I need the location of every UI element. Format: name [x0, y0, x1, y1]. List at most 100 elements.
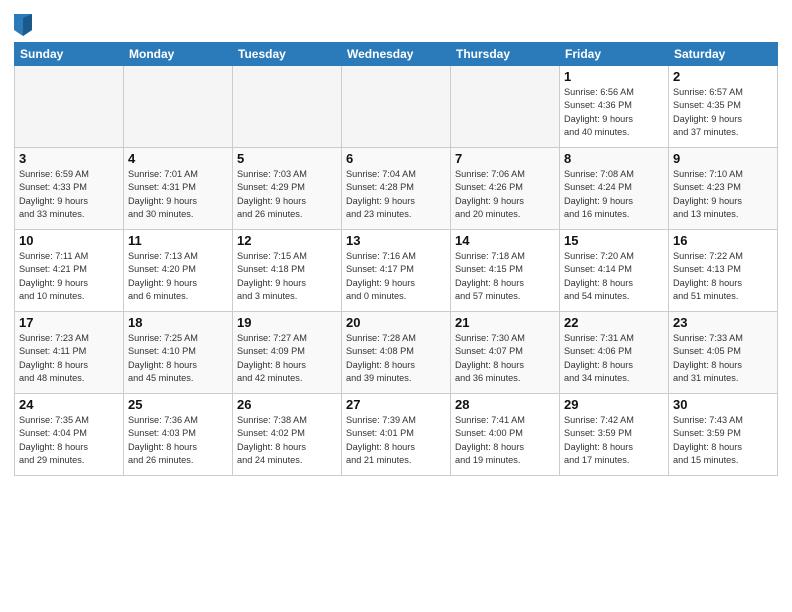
- day-number: 25: [128, 397, 228, 412]
- calendar-cell: 22 Sunrise: 7:31 AM Sunset: 4:06 PM Dayli…: [560, 312, 669, 394]
- day-info: Sunrise: 7:33 AM Sunset: 4:05 PM Dayligh…: [673, 332, 773, 385]
- day-number: 20: [346, 315, 446, 330]
- calendar-cell: [233, 66, 342, 148]
- day-number: 26: [237, 397, 337, 412]
- calendar-cell: 14Sunrise: 7:18 AM Sunset: 4:15 PM Dayli…: [451, 230, 560, 312]
- day-info: Sunrise: 7:06 AM Sunset: 4:26 PM Dayligh…: [455, 168, 555, 221]
- day-number: 13: [346, 233, 446, 248]
- day-number: 17: [19, 315, 119, 330]
- day-header-tuesday: Tuesday: [233, 43, 342, 66]
- calendar-cell: 6 Sunrise: 7:04 AM Sunset: 4:28 PM Daylig…: [342, 148, 451, 230]
- day-number: 3: [19, 151, 119, 166]
- calendar-cell: 9 Sunrise: 7:10 AM Sunset: 4:23 PM Daylig…: [669, 148, 778, 230]
- day-info: Sunrise: 7:13 AM Sunset: 4:20 PM Dayligh…: [128, 250, 228, 303]
- calendar-header-row: SundayMondayTuesdayWednesdayThursdayFrid…: [15, 43, 778, 66]
- day-number: 4: [128, 151, 228, 166]
- day-info: Sunrise: 6:57 AM Sunset: 4:35 PM Dayligh…: [673, 86, 773, 139]
- day-number: 21: [455, 315, 555, 330]
- day-number: 28: [455, 397, 555, 412]
- calendar-cell: 23 Sunrise: 7:33 AM Sunset: 4:05 PM Dayli…: [669, 312, 778, 394]
- day-info: Sunrise: 7:38 AM Sunset: 4:02 PM Dayligh…: [237, 414, 337, 467]
- week-row-4: 24 Sunrise: 7:35 AM Sunset: 4:04 PM Dayli…: [15, 394, 778, 476]
- day-info: Sunrise: 7:16 AM Sunset: 4:17 PM Dayligh…: [346, 250, 446, 303]
- day-info: Sunrise: 6:59 AM Sunset: 4:33 PM Dayligh…: [19, 168, 119, 221]
- day-info: Sunrise: 7:01 AM Sunset: 4:31 PM Dayligh…: [128, 168, 228, 221]
- day-info: Sunrise: 7:20 AM Sunset: 4:14 PM Dayligh…: [564, 250, 664, 303]
- day-header-wednesday: Wednesday: [342, 43, 451, 66]
- calendar-cell: 30 Sunrise: 7:43 AM Sunset: 3:59 PM Dayli…: [669, 394, 778, 476]
- day-number: 11: [128, 233, 228, 248]
- day-info: Sunrise: 7:10 AM Sunset: 4:23 PM Dayligh…: [673, 168, 773, 221]
- day-info: Sunrise: 7:28 AM Sunset: 4:08 PM Dayligh…: [346, 332, 446, 385]
- calendar-cell: 4 Sunrise: 7:01 AM Sunset: 4:31 PM Daylig…: [124, 148, 233, 230]
- calendar-cell: 21Sunrise: 7:30 AM Sunset: 4:07 PM Dayli…: [451, 312, 560, 394]
- day-number: 1: [564, 69, 664, 84]
- day-info: Sunrise: 7:31 AM Sunset: 4:06 PM Dayligh…: [564, 332, 664, 385]
- calendar-cell: [451, 66, 560, 148]
- day-number: 24: [19, 397, 119, 412]
- day-number: 22: [564, 315, 664, 330]
- day-header-friday: Friday: [560, 43, 669, 66]
- day-number: 30: [673, 397, 773, 412]
- calendar-cell: 28 Sunrise: 7:41 AM Sunset: 4:00 PM Dayli…: [451, 394, 560, 476]
- day-number: 12: [237, 233, 337, 248]
- day-header-monday: Monday: [124, 43, 233, 66]
- day-info: Sunrise: 7:03 AM Sunset: 4:29 PM Dayligh…: [237, 168, 337, 221]
- calendar-cell: [342, 66, 451, 148]
- day-number: 19: [237, 315, 337, 330]
- logo-icon: [14, 14, 32, 36]
- day-info: Sunrise: 7:04 AM Sunset: 4:28 PM Dayligh…: [346, 168, 446, 221]
- calendar-cell: 27Sunrise: 7:39 AM Sunset: 4:01 PM Dayli…: [342, 394, 451, 476]
- calendar-cell: 20 Sunrise: 7:28 AM Sunset: 4:08 PM Dayli…: [342, 312, 451, 394]
- day-number: 2: [673, 69, 773, 84]
- calendar-cell: 24 Sunrise: 7:35 AM Sunset: 4:04 PM Dayli…: [15, 394, 124, 476]
- week-row-1: 3 Sunrise: 6:59 AM Sunset: 4:33 PM Daylig…: [15, 148, 778, 230]
- day-info: Sunrise: 7:25 AM Sunset: 4:10 PM Dayligh…: [128, 332, 228, 385]
- day-info: Sunrise: 7:42 AM Sunset: 3:59 PM Dayligh…: [564, 414, 664, 467]
- day-info: Sunrise: 7:35 AM Sunset: 4:04 PM Dayligh…: [19, 414, 119, 467]
- day-number: 16: [673, 233, 773, 248]
- day-info: Sunrise: 7:27 AM Sunset: 4:09 PM Dayligh…: [237, 332, 337, 385]
- day-info: Sunrise: 7:15 AM Sunset: 4:18 PM Dayligh…: [237, 250, 337, 303]
- day-number: 5: [237, 151, 337, 166]
- calendar-cell: 19 Sunrise: 7:27 AM Sunset: 4:09 PM Dayli…: [233, 312, 342, 394]
- day-number: 10: [19, 233, 119, 248]
- calendar-cell: 1 Sunrise: 6:56 AM Sunset: 4:36 PM Daylig…: [560, 66, 669, 148]
- calendar-cell: 10 Sunrise: 7:11 AM Sunset: 4:21 PM Dayli…: [15, 230, 124, 312]
- calendar-page: SundayMondayTuesdayWednesdayThursdayFrid…: [0, 0, 792, 612]
- day-number: 9: [673, 151, 773, 166]
- calendar-cell: 11 Sunrise: 7:13 AM Sunset: 4:20 PM Dayli…: [124, 230, 233, 312]
- day-info: Sunrise: 7:08 AM Sunset: 4:24 PM Dayligh…: [564, 168, 664, 221]
- calendar-cell: 17 Sunrise: 7:23 AM Sunset: 4:11 PM Dayli…: [15, 312, 124, 394]
- calendar-cell: 29 Sunrise: 7:42 AM Sunset: 3:59 PM Dayli…: [560, 394, 669, 476]
- logo: [14, 14, 36, 36]
- day-info: Sunrise: 7:23 AM Sunset: 4:11 PM Dayligh…: [19, 332, 119, 385]
- calendar-cell: 18 Sunrise: 7:25 AM Sunset: 4:10 PM Dayli…: [124, 312, 233, 394]
- day-number: 18: [128, 315, 228, 330]
- calendar-cell: 25Sunrise: 7:36 AM Sunset: 4:03 PM Dayli…: [124, 394, 233, 476]
- calendar-cell: 16Sunrise: 7:22 AM Sunset: 4:13 PM Dayli…: [669, 230, 778, 312]
- calendar-cell: 26 Sunrise: 7:38 AM Sunset: 4:02 PM Dayli…: [233, 394, 342, 476]
- week-row-2: 10 Sunrise: 7:11 AM Sunset: 4:21 PM Dayli…: [15, 230, 778, 312]
- calendar-cell: 8Sunrise: 7:08 AM Sunset: 4:24 PM Daylig…: [560, 148, 669, 230]
- calendar-cell: 13 Sunrise: 7:16 AM Sunset: 4:17 PM Dayli…: [342, 230, 451, 312]
- day-info: Sunrise: 7:18 AM Sunset: 4:15 PM Dayligh…: [455, 250, 555, 303]
- week-row-3: 17 Sunrise: 7:23 AM Sunset: 4:11 PM Dayli…: [15, 312, 778, 394]
- day-number: 6: [346, 151, 446, 166]
- calendar-cell: 5 Sunrise: 7:03 AM Sunset: 4:29 PM Daylig…: [233, 148, 342, 230]
- day-header-thursday: Thursday: [451, 43, 560, 66]
- day-header-saturday: Saturday: [669, 43, 778, 66]
- day-info: Sunrise: 7:11 AM Sunset: 4:21 PM Dayligh…: [19, 250, 119, 303]
- day-number: 7: [455, 151, 555, 166]
- day-number: 23: [673, 315, 773, 330]
- calendar-cell: 3 Sunrise: 6:59 AM Sunset: 4:33 PM Daylig…: [15, 148, 124, 230]
- day-number: 29: [564, 397, 664, 412]
- day-header-sunday: Sunday: [15, 43, 124, 66]
- calendar-cell: 7 Sunrise: 7:06 AM Sunset: 4:26 PM Daylig…: [451, 148, 560, 230]
- calendar-cell: 15Sunrise: 7:20 AM Sunset: 4:14 PM Dayli…: [560, 230, 669, 312]
- day-info: Sunrise: 6:56 AM Sunset: 4:36 PM Dayligh…: [564, 86, 664, 139]
- week-row-0: 1 Sunrise: 6:56 AM Sunset: 4:36 PM Daylig…: [15, 66, 778, 148]
- day-info: Sunrise: 7:41 AM Sunset: 4:00 PM Dayligh…: [455, 414, 555, 467]
- day-info: Sunrise: 7:43 AM Sunset: 3:59 PM Dayligh…: [673, 414, 773, 467]
- day-number: 27: [346, 397, 446, 412]
